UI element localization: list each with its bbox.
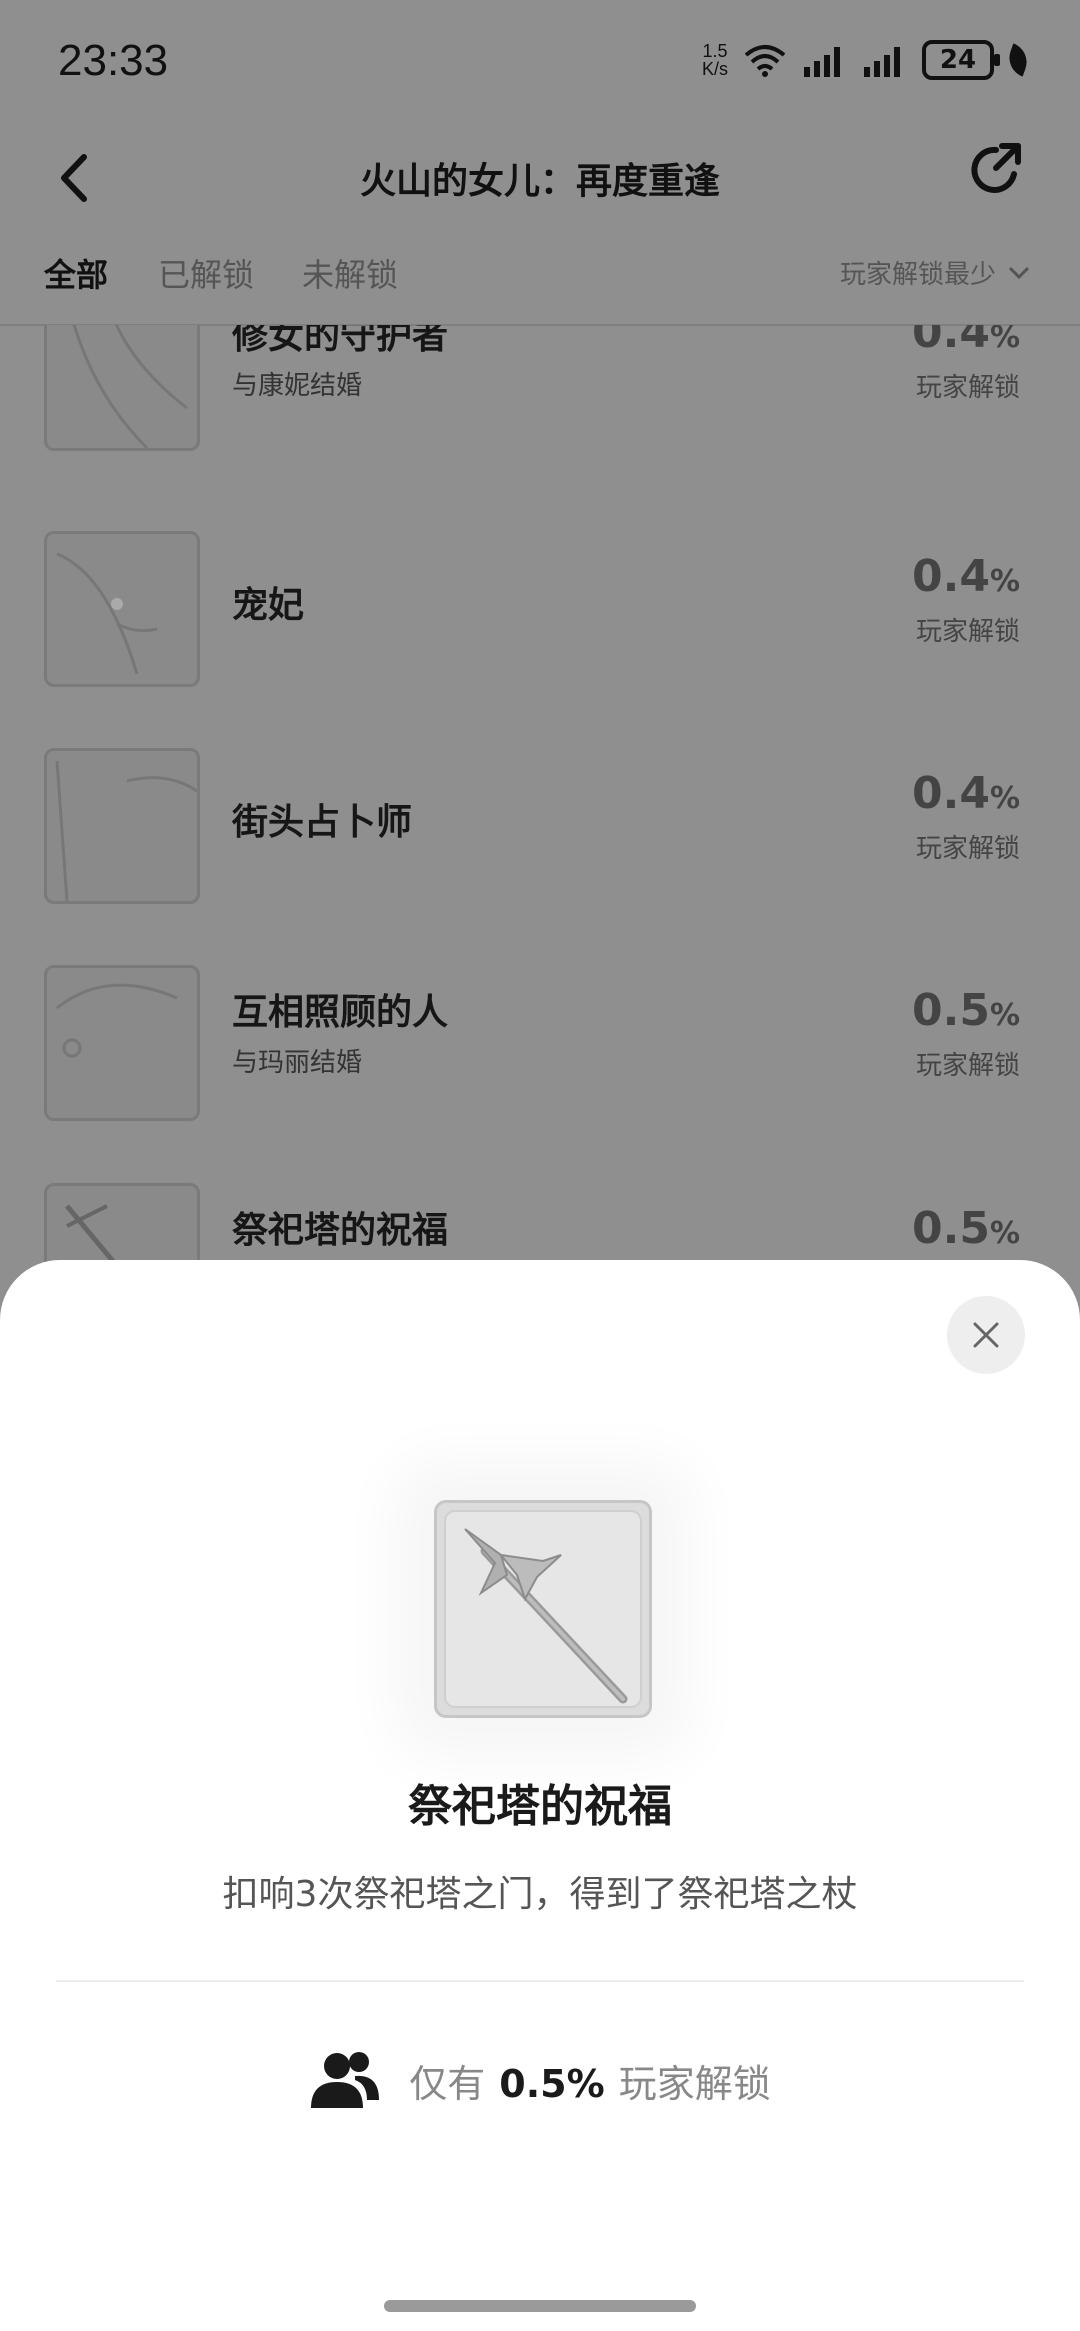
achievement-thumbnail <box>44 531 200 687</box>
unlock-label: 玩家解锁 <box>915 373 1020 403</box>
sort-label: 玩家解锁最少 <box>839 260 996 290</box>
achievement-list: 修女的守护者 与康妮结婚 0.4% 玩家解锁 宠妃 0.4% 玩家解锁 街头占卜… <box>0 325 1080 1265</box>
list-item[interactable]: 街头占卜师 0.4% 玩家解锁 <box>0 748 1080 928</box>
signal-icon <box>804 47 840 77</box>
tab-locked[interactable]: 未解锁 <box>302 250 398 296</box>
leaf-icon <box>1003 43 1033 77</box>
unlock-percent: 0.4% <box>911 551 1020 602</box>
wifi-icon <box>744 45 786 77</box>
home-indicator[interactable] <box>384 2300 696 2312</box>
unlock-percent: 0.4% <box>911 325 1020 358</box>
achievement-description: 扣响3次祭祀塔之门，得到了祭祀塔之杖 <box>222 1874 858 1915</box>
list-item[interactable]: 修女的守护者 与康妮结婚 0.4% 玩家解锁 <box>0 325 1080 475</box>
staff-icon <box>444 1510 642 1708</box>
filter-tabs: 全部 已解锁 未解锁 玩家解锁最少 <box>0 240 1080 326</box>
achievement-subtitle: 与康妮结婚 <box>232 371 363 401</box>
share-icon <box>971 143 1021 193</box>
unlock-percent: 0.4% <box>911 768 1020 819</box>
tab-all[interactable]: 全部 <box>44 250 108 296</box>
unlock-label: 玩家解锁 <box>915 1051 1020 1081</box>
unlock-stat: 仅有 0.5% 玩家解锁 <box>0 2050 1080 2110</box>
status-time: 23:33 <box>58 36 169 85</box>
users-icon <box>311 2052 380 2108</box>
tab-unlocked[interactable]: 已解锁 <box>158 250 254 296</box>
page-title: 火山的女儿：再度重逢 <box>359 161 720 202</box>
achievement-detail-sheet: 祭祀塔的祝福 扣响3次祭祀塔之门，得到了祭祀塔之杖 仅有 0.5% 玩家解锁 <box>0 1260 1080 2331</box>
unlock-stat-text: 仅有 0.5% 玩家解锁 <box>409 2061 771 2106</box>
chevron-down-icon <box>1008 266 1030 279</box>
net-speed: 1.5 K/s <box>701 41 728 79</box>
close-icon <box>973 1322 999 1348</box>
unlock-label: 玩家解锁 <box>915 834 1020 864</box>
share-button[interactable] <box>956 130 1036 210</box>
achievement-title: 祭祀塔的祝福 <box>232 1210 449 1251</box>
achievement-title: 祭祀塔的祝福 <box>408 1781 672 1832</box>
list-item[interactable]: 祭祀塔的祝福 0.5% <box>0 1183 1080 1265</box>
unlock-percent: 0.5% <box>911 1203 1020 1254</box>
sort-dropdown[interactable]: 玩家解锁最少 <box>840 254 1030 291</box>
achievement-thumbnail <box>44 748 200 904</box>
list-item[interactable]: 宠妃 0.4% 玩家解锁 <box>0 531 1080 711</box>
achievement-thumbnail <box>44 965 200 1121</box>
unlock-label: 玩家解锁 <box>915 617 1020 647</box>
achievement-title: 宠妃 <box>232 585 305 626</box>
list-item[interactable]: 互相照顾的人 与玛丽结婚 0.5% 玩家解锁 <box>0 965 1080 1145</box>
unlock-stat-value: 0.5% <box>499 2061 605 2106</box>
divider <box>56 1980 1024 1982</box>
achievement-thumbnail <box>44 1183 200 1265</box>
achievement-thumbnail <box>44 325 200 451</box>
status-bar: 23:33 1.5 K/s 24 <box>0 0 1080 120</box>
battery-icon: 24 <box>922 40 1000 80</box>
close-button[interactable] <box>947 1296 1025 1374</box>
achievement-title: 互相照顾的人 <box>232 992 449 1033</box>
status-icons: 1.5 K/s 24 <box>701 40 1033 80</box>
achievement-icon <box>434 1500 652 1718</box>
unlock-percent: 0.5% <box>911 985 1020 1036</box>
achievement-title: 修女的守护者 <box>232 325 449 357</box>
achievement-title: 街头占卜师 <box>232 802 413 843</box>
achievement-subtitle: 与玛丽结婚 <box>232 1048 363 1078</box>
signal-icon-2 <box>864 47 900 77</box>
